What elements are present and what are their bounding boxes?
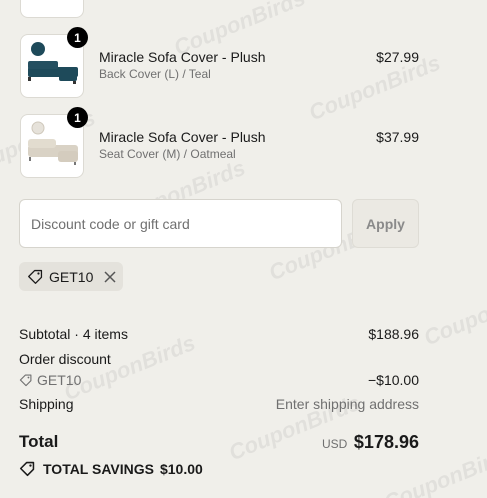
line-item: 1 Miracle Sofa Cover - Plush Seat Cover … <box>20 107 419 178</box>
discount-code-label: GET10 <box>49 268 94 285</box>
item-title: Miracle Sofa Cover - Plush <box>99 129 266 145</box>
order-summary: CouponBirds CouponBirds CouponBirds Coup… <box>0 0 487 498</box>
tag-icon <box>28 269 43 284</box>
shipping-label: Shipping <box>19 396 74 412</box>
tag-icon <box>19 461 35 477</box>
order-discount-label: Order discount <box>19 351 111 367</box>
subtotal-row: Subtotal · 4 items $188.96 <box>19 326 419 342</box>
discount-code-input[interactable] <box>19 199 342 248</box>
savings-value: $10.00 <box>159 460 203 477</box>
line-item: 1 Miracle Sofa Cover - Plush Back Cover … <box>20 27 419 98</box>
discount-code-summary: GET10 <box>37 372 82 388</box>
close-icon[interactable] <box>103 270 117 284</box>
total-savings: TOTAL SAVINGS $10.00 <box>19 460 203 477</box>
shipping-value: Enter shipping address <box>275 396 419 412</box>
quantity-badge: 1 <box>67 27 88 48</box>
discount-value: −$10.00 <box>368 372 419 388</box>
watermark: CouponBirds <box>420 274 487 351</box>
item-variant: Back Cover (L) / Teal <box>99 67 211 81</box>
total-value: $178.96 <box>353 432 419 452</box>
applied-discount-tag: GET10 <box>19 262 123 291</box>
item-price: $37.99 <box>376 129 419 145</box>
apply-button[interactable]: Apply <box>352 199 419 248</box>
item-price: $27.99 <box>376 49 419 65</box>
shipping-row: Shipping Enter shipping address <box>19 396 419 412</box>
discount-code-row: GET10 −$10.00 <box>19 372 419 390</box>
total-label: Total <box>19 432 59 451</box>
item-variant: Seat Cover (M) / Oatmeal <box>99 147 236 161</box>
savings-label: TOTAL SAVINGS <box>43 460 154 477</box>
product-thumbnail <box>20 0 84 18</box>
subtotal-label: Subtotal · 4 items <box>19 326 128 342</box>
tag-icon <box>19 374 32 387</box>
quantity-badge: 1 <box>67 107 88 128</box>
item-title: Miracle Sofa Cover - Plush <box>99 49 266 65</box>
subtotal-value: $188.96 <box>368 326 419 342</box>
order-discount-row: Order discount <box>19 351 419 367</box>
currency-code: USD <box>322 437 348 451</box>
